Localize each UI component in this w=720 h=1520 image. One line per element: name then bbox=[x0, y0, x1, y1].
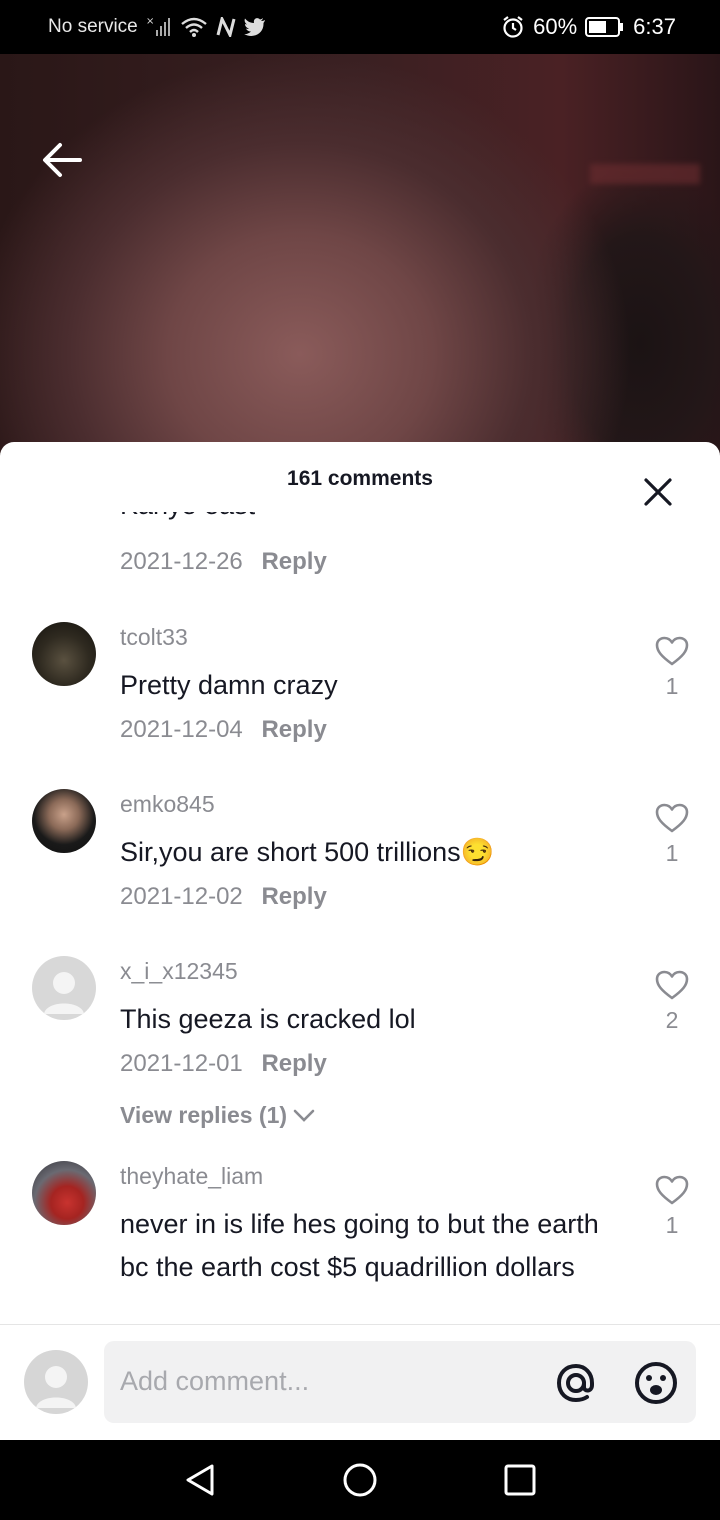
add-comment-input[interactable]: Add comment... bbox=[104, 1341, 696, 1423]
mention-icon[interactable] bbox=[552, 1359, 600, 1407]
like-button[interactable]: 1 bbox=[650, 803, 694, 867]
status-bar: No service × 60% 6:37 bbox=[0, 0, 720, 54]
comment-list[interactable]: Kanye east 2021-12-26 Reply 1 tcolt33 Pr… bbox=[0, 512, 720, 1324]
default-avatar-icon bbox=[44, 972, 84, 1014]
comment-meta: 2021-12-04 Reply bbox=[120, 716, 327, 744]
carrier-label: No service bbox=[48, 16, 138, 37]
heart-icon bbox=[655, 803, 689, 833]
comment-date: 2021-12-26 bbox=[120, 548, 243, 575]
composer-avatar bbox=[24, 1350, 88, 1414]
comment-meta: 2021-12-01 Reply bbox=[120, 1050, 327, 1078]
comment-text: Kanye east bbox=[120, 512, 620, 527]
avatar[interactable] bbox=[32, 622, 96, 686]
clock: 6:37 bbox=[633, 14, 676, 39]
comment-text: never in is life hes going to but the ea… bbox=[120, 1209, 599, 1282]
like-button[interactable]: 1 bbox=[650, 636, 694, 700]
comment-text-body: Sir,you are short 500 trillions bbox=[120, 837, 461, 867]
comment-date: 2021-12-01 bbox=[120, 1050, 243, 1077]
heart-icon bbox=[655, 970, 689, 1000]
avatar[interactable] bbox=[32, 789, 96, 853]
like-count: 1 bbox=[665, 673, 679, 699]
like-count: 1 bbox=[665, 840, 679, 866]
comment-text: This geeza is cracked lol bbox=[120, 1004, 416, 1034]
like-count: 2 bbox=[665, 1007, 679, 1033]
comment-text: Sir,you are short 500 trillions😏 bbox=[120, 831, 620, 874]
svg-text:×: × bbox=[146, 16, 154, 27]
avatar[interactable] bbox=[32, 956, 96, 1020]
comments-count-title: 161 comments bbox=[287, 467, 433, 490]
like-button[interactable]: 2 bbox=[650, 970, 694, 1034]
heart-icon bbox=[655, 1175, 689, 1205]
composer-divider bbox=[0, 1324, 720, 1325]
comment-date: 2021-12-02 bbox=[120, 883, 243, 910]
avatar[interactable] bbox=[32, 1161, 96, 1225]
reply-button[interactable]: Reply bbox=[261, 548, 326, 575]
smirk-emoji: 😏 bbox=[460, 837, 495, 867]
twitter-icon bbox=[243, 18, 265, 36]
emoji-icon[interactable] bbox=[632, 1359, 680, 1407]
comment-meta: 2021-12-02 Reply bbox=[120, 883, 327, 911]
nav-home-icon[interactable] bbox=[340, 1460, 380, 1500]
like-count: 1 bbox=[665, 1212, 679, 1238]
signal-icon: × bbox=[146, 16, 170, 36]
reply-button[interactable]: Reply bbox=[261, 1050, 326, 1077]
heart-icon bbox=[655, 636, 689, 666]
comment-username[interactable]: tcolt33 bbox=[120, 624, 188, 651]
video-player[interactable] bbox=[0, 54, 720, 454]
comment-date: 2021-12-04 bbox=[120, 716, 243, 743]
nfc-icon bbox=[216, 17, 236, 37]
wifi-icon bbox=[180, 17, 207, 37]
battery-icon bbox=[585, 17, 624, 37]
chevron-down-icon bbox=[293, 1109, 315, 1122]
comment-text: Pretty damn crazy bbox=[120, 670, 338, 700]
add-comment-placeholder: Add comment... bbox=[120, 1366, 310, 1396]
back-button[interactable] bbox=[40, 140, 84, 180]
comment-username[interactable]: theyhate_liam bbox=[120, 1163, 263, 1190]
battery-percent: 60% bbox=[533, 14, 578, 39]
like-button[interactable]: 1 bbox=[650, 1175, 694, 1239]
comment-username[interactable]: emko845 bbox=[120, 791, 215, 818]
reply-button[interactable]: Reply bbox=[261, 883, 326, 910]
close-icon[interactable] bbox=[640, 474, 676, 510]
reply-button[interactable]: Reply bbox=[261, 716, 326, 743]
comment-meta: 2021-12-26 Reply bbox=[120, 548, 327, 576]
alarm-icon bbox=[503, 16, 523, 38]
system-nav-bar bbox=[0, 1440, 720, 1520]
default-avatar-icon bbox=[36, 1366, 76, 1408]
view-replies-button[interactable]: View replies (1) bbox=[120, 1102, 315, 1129]
nav-recents-icon[interactable] bbox=[500, 1460, 540, 1500]
view-replies-label: View replies (1) bbox=[120, 1102, 288, 1128]
nav-back-icon[interactable] bbox=[180, 1460, 220, 1500]
comments-sheet: 161 comments Kanye east 2021-12-26 Reply… bbox=[0, 442, 720, 1440]
comment-username[interactable]: x_i_x12345 bbox=[120, 958, 238, 985]
